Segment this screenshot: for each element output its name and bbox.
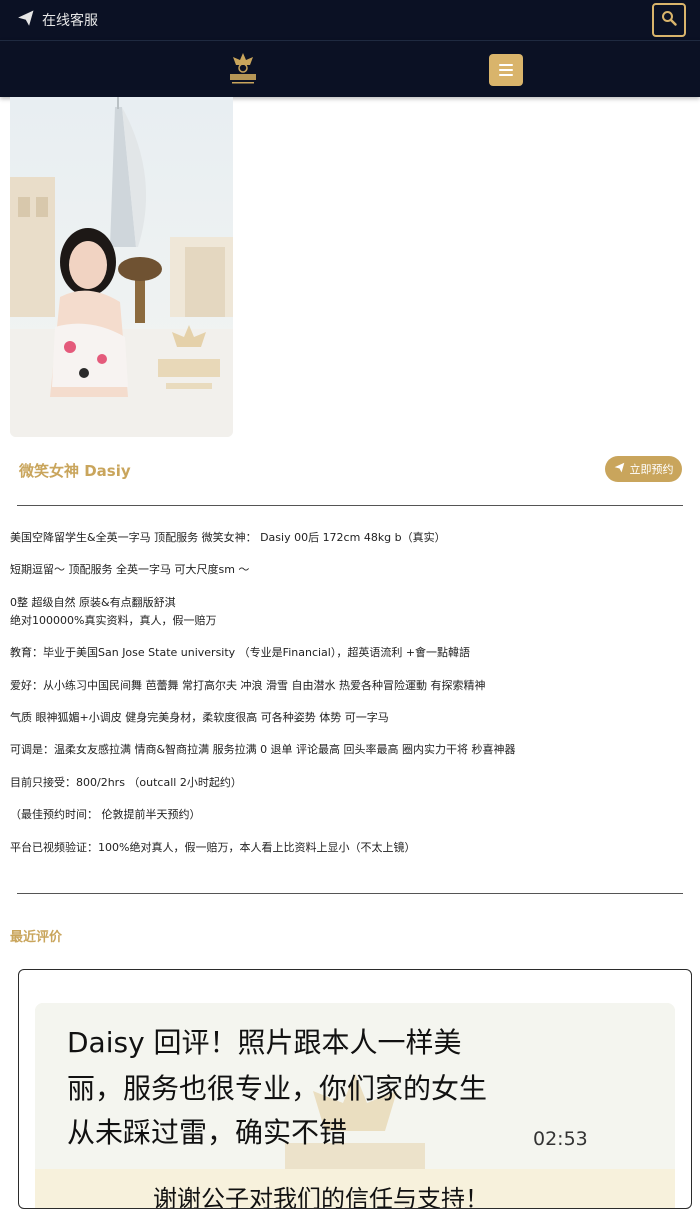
send-icon [18, 10, 34, 30]
reviews-heading: 最近评价 [10, 930, 63, 945]
description-line: 短期逗留～ 顶配服务 全英一字马 可大尺度sm ～ [10, 563, 250, 576]
site-header [0, 40, 700, 97]
review-screenshot: Daisy 回评！照片跟本人一样美 丽，服务也很专业，你们家的女生 从未踩过雷，… [35, 1003, 675, 1209]
description-line: 爱好：从小练习中国民间舞 芭蕾舞 常打高尔夫 冲浪 滑雪 自由潜水 热爱各种冒险… [10, 679, 486, 692]
review-text-line: 丽，服务也很专业，你们家的女生 [67, 1072, 488, 1105]
review-text-line: 从未踩过雷，确实不错 [67, 1116, 348, 1149]
description-line: 教育：毕业于美国San Jose State university （专业是Fi… [10, 646, 471, 659]
profile-title-row: 微笑女神 Dasiy 立即预约 [0, 452, 700, 486]
review-time: 02:53 [533, 1128, 588, 1150]
customer-service-link[interactable]: 在线客服 [18, 10, 98, 30]
section-divider [17, 505, 683, 506]
search-button[interactable] [652, 3, 686, 37]
profile-photo [10, 97, 233, 437]
section-divider [17, 893, 683, 894]
menu-toggle-button[interactable] [489, 54, 523, 86]
description-line: （最佳预约时间： 伦敦提前半天预约） [10, 808, 201, 821]
top-bar: 在线客服 [0, 0, 700, 40]
hamburger-menu-icon [499, 64, 513, 66]
description-line: 0整 超级自然 原装&有点翻版舒淇 [10, 596, 176, 609]
book-now-label: 立即预约 [629, 463, 674, 476]
search-icon [661, 10, 677, 30]
reply-text: 谢谢公子对我们的信任与支持！ [153, 1185, 489, 1209]
book-now-button[interactable]: 立即预约 [605, 456, 682, 482]
description-line: 气质 眼神狐媚+小调皮 健身完美身材，柔软度很高 可各种姿势 体势 可一字马 [10, 711, 389, 724]
profile-name: 微笑女神 Dasiy [19, 462, 131, 480]
description-line: 美国空降留学生&全英一字马 顶配服务 微笑女神： Dasiy 00后 172cm… [10, 531, 446, 544]
site-logo[interactable] [226, 51, 260, 87]
description-line: 平台已视频验证：100%绝对真人，假一赔万，本人看上比资料上显小（不太上镜） [10, 841, 416, 854]
review-card[interactable]: Daisy 回评！照片跟本人一样美 丽，服务也很专业，你们家的女生 从未踩过雷，… [18, 969, 692, 1209]
description-line: 目前只接受：800/2hrs （outcall 2小时起约） [10, 776, 242, 789]
customer-service-label: 在线客服 [42, 13, 98, 29]
review-text-line: Daisy 回评！照片跟本人一样美 [67, 1026, 462, 1059]
description-line: 可调是：温柔女友感拉满 情商&智商拉满 服务拉满 0 退单 评论最高 回头率最高… [10, 743, 516, 756]
send-icon [614, 462, 625, 476]
description-line: 绝对100000%真实资料，真人，假一赔万 [10, 614, 217, 627]
